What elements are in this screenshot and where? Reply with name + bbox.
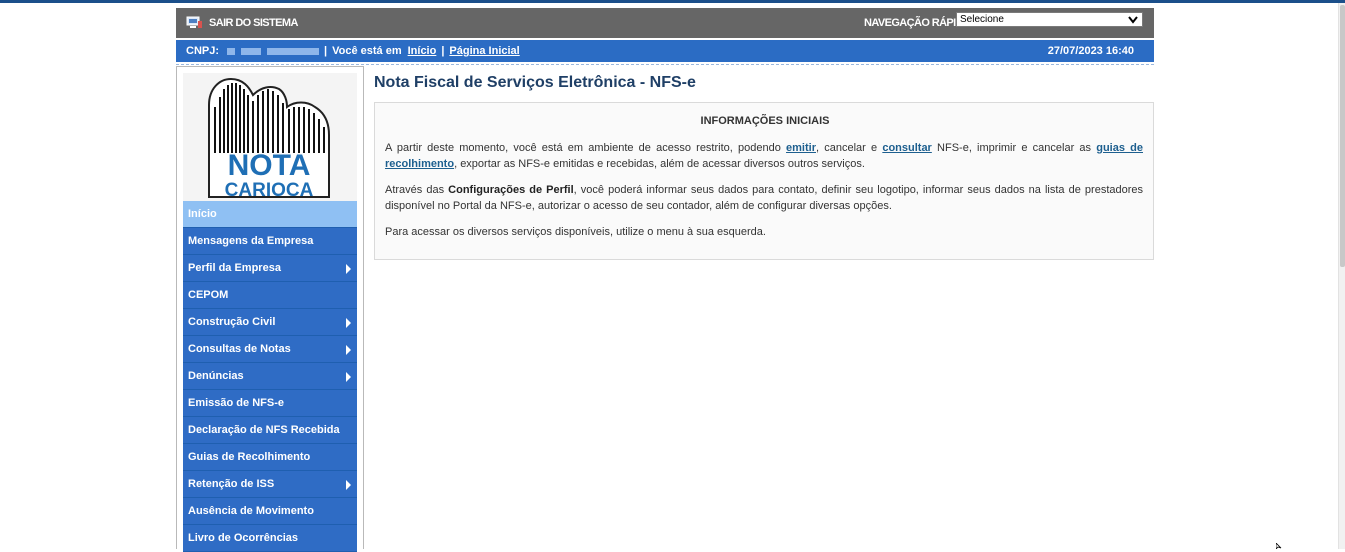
link-emitir[interactable]: emitir (786, 142, 816, 154)
menu-item-label: Início (188, 208, 217, 220)
info-bar: CNPJ: | Você está em Início | Página Ini… (176, 40, 1154, 62)
menu-item-label: Livro de Ocorrências (188, 532, 299, 544)
cnpj-redacted (241, 47, 262, 55)
menu-item-label: Guias de Recolhimento (188, 451, 311, 463)
quick-nav-value: Selecione (960, 14, 1004, 25)
separator: | (441, 45, 445, 57)
menu-item[interactable]: Denúncias (183, 363, 357, 390)
chevron-right-icon (346, 264, 351, 274)
cnpj-redacted (227, 47, 236, 55)
logo-line1: NOTA (228, 149, 311, 182)
chevron-right-icon (346, 480, 351, 490)
breadcrumb-link-pagina-inicial[interactable]: Página Inicial (449, 45, 519, 57)
datetime: 27/07/2023 16:40 (1047, 45, 1134, 57)
page-scrollbar[interactable] (1338, 3, 1345, 549)
scrollbar-thumb[interactable] (1340, 5, 1345, 267)
divider (176, 64, 1154, 65)
menu-item-label: Construção Civil (188, 316, 276, 328)
location-label: Você está em (332, 45, 402, 57)
menu-item[interactable]: Consultas de Notas (183, 336, 357, 363)
cnpj-redacted (267, 47, 320, 55)
info-paragraph-1: A partir deste momento, você está em amb… (385, 140, 1143, 172)
menu-item-label: Retenção de ISS (188, 478, 275, 490)
chevron-right-icon (346, 345, 351, 355)
text: Através das (385, 184, 449, 196)
text: A partir deste momento, você está em amb… (385, 142, 787, 154)
chevron-right-icon (346, 372, 351, 382)
menu-item[interactable]: Declaração de NFS Recebida (183, 417, 357, 444)
side-menu: Início Mensagens da Empresa Perfil da Empr… (183, 201, 357, 552)
menu-item-label: Perfil da Empresa (188, 262, 281, 274)
menu-item[interactable]: Início (183, 201, 357, 228)
link-consultar[interactable]: consultar (882, 142, 932, 154)
top-accent-line (0, 0, 1345, 3)
exit-system-button[interactable]: SAIR DO SISTEMA (186, 15, 298, 31)
exit-label: SAIR DO SISTEMA (209, 17, 298, 29)
page-title: Nota Fiscal de Serviços Eletrônica - NFS… (374, 74, 696, 91)
breadcrumb-link-inicio[interactable]: Início (408, 45, 437, 57)
cnpj-label: CNPJ: (186, 45, 220, 57)
menu-item[interactable]: Guias de Recolhimento (183, 444, 357, 471)
text: , exportar as NFS-e emitidas e recebidas… (454, 158, 865, 170)
exit-computer-icon (186, 16, 203, 30)
chevron-down-icon (1128, 15, 1138, 24)
menu-item-label: Ausência de Movimento (188, 505, 314, 517)
menu-item[interactable]: Retenção de ISS (183, 471, 357, 498)
menu-item-label: CEPOM (188, 289, 229, 301)
info-paragraph-2: Através das Configurações de Perfil, voc… (385, 182, 1143, 214)
page-container: SAIR DO SISTEMA NAVEGAÇÃO RÁPIDA Selecio… (176, 8, 1154, 552)
info-heading: INFORMAÇÕES INICIAIS (700, 115, 830, 127)
mouse-cursor-icon (1276, 543, 1282, 549)
sidebar: NOTA CARIOCA Início Mensagens da Empresa P… (176, 66, 364, 552)
quick-nav-select[interactable]: Selecione (956, 12, 1143, 27)
text: NFS-e, imprimir e cancelar as (931, 142, 1097, 154)
menu-item[interactable]: Ausência de Movimento (183, 498, 357, 525)
menu-item-label: Mensagens da Empresa (188, 235, 314, 247)
menu-item-label: Consultas de Notas (188, 343, 291, 355)
menu-item[interactable]: Perfil da Empresa (183, 255, 357, 282)
nota-carioca-logo: NOTA CARIOCA (183, 73, 357, 201)
text: , cancelar e (816, 142, 883, 154)
logo-line2: CARIOCA (225, 180, 314, 201)
menu-item[interactable]: Construção Civil (183, 309, 357, 336)
info-paragraph-3: Para acessar os diversos serviços dispon… (385, 226, 766, 238)
top-bar: SAIR DO SISTEMA NAVEGAÇÃO RÁPIDA Selecio… (176, 8, 1154, 38)
menu-item[interactable]: Livro de Ocorrências (183, 525, 357, 552)
menu-item-label: Emissão de NFS-e (188, 397, 284, 409)
menu-item-label: Declaração de NFS Recebida (188, 424, 340, 436)
menu-item[interactable]: Mensagens da Empresa (183, 228, 357, 255)
menu-item-label: Denúncias (188, 370, 244, 382)
separator: | (324, 45, 328, 57)
info-box: INFORMAÇÕES INICIAIS A partir deste mome… (374, 102, 1154, 260)
menu-item[interactable]: Emissão de NFS-e (183, 390, 357, 417)
bold-text: Configurações de Perfil (448, 184, 574, 196)
chevron-right-icon (346, 318, 351, 328)
quick-nav-label: NAVEGAÇÃO RÁPIDA (864, 17, 971, 29)
menu-item[interactable]: CEPOM (183, 282, 357, 309)
